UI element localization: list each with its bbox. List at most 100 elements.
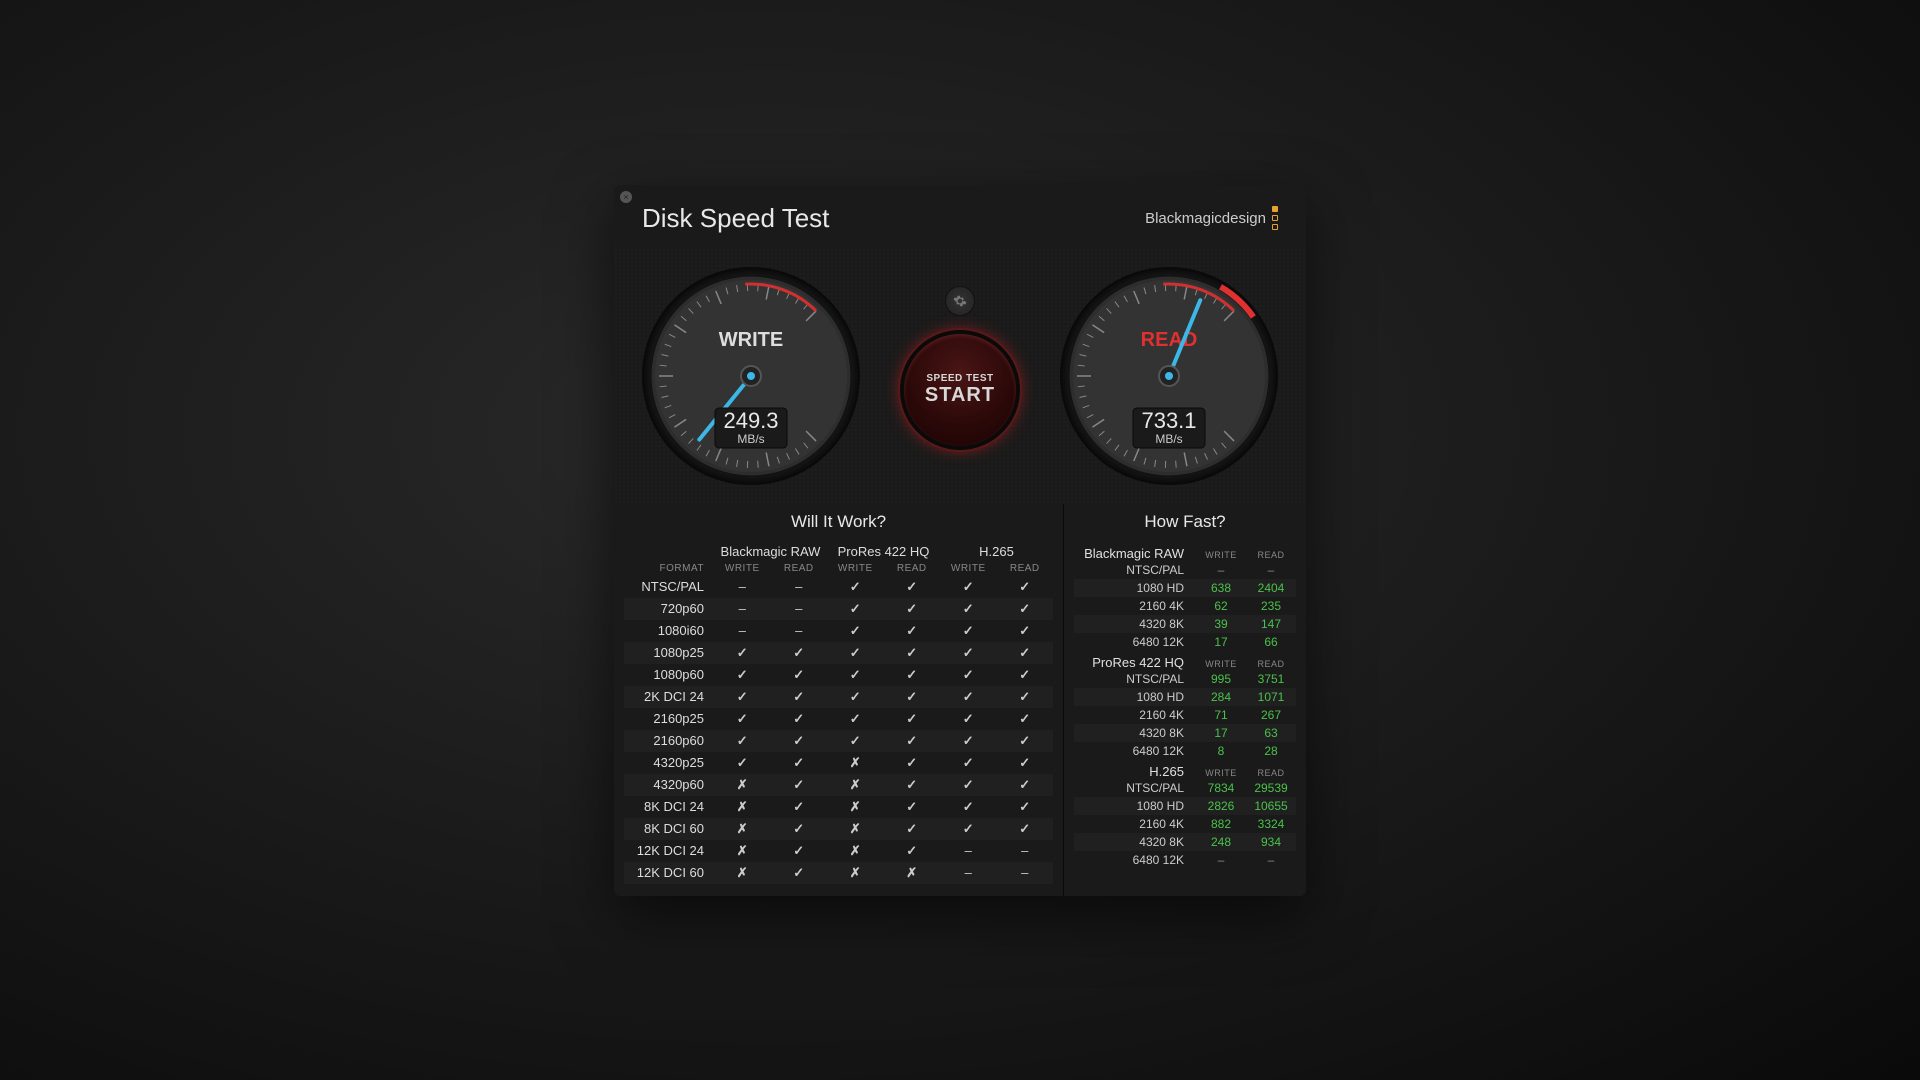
write-header: WRITE [940, 561, 997, 576]
check-icon: ✓ [997, 777, 1054, 793]
fast-write-value: 995 [1196, 672, 1246, 686]
brand-logo: Blackmagicdesign [1145, 206, 1278, 230]
dash-icon: – [940, 865, 997, 880]
read-header: READ [1246, 550, 1296, 560]
check-icon: ✓ [940, 821, 997, 837]
cross-icon: ✗ [827, 843, 884, 859]
format-label: 2160p25 [624, 711, 714, 726]
cross-icon: ✗ [827, 865, 884, 881]
check-icon: ✓ [827, 623, 884, 639]
fast-format: 4320 8K [1074, 617, 1196, 631]
fast-read-value: 235 [1246, 599, 1296, 613]
fast-write-value: 248 [1196, 835, 1246, 849]
dash-icon: – [771, 601, 828, 616]
fast-format: 4320 8K [1074, 835, 1196, 849]
start-label-small: SPEED TEST [926, 373, 993, 384]
check-icon: ✓ [884, 601, 941, 617]
fast-write-value: 284 [1196, 690, 1246, 704]
check-icon: ✓ [771, 799, 828, 815]
write-header: WRITE [827, 561, 884, 576]
check-icon: ✓ [940, 777, 997, 793]
svg-text:733.1: 733.1 [1141, 408, 1196, 433]
svg-text:WRITE: WRITE [719, 329, 783, 351]
cross-icon: ✗ [714, 865, 771, 881]
dash-icon: – [771, 579, 828, 594]
fast-row: 6480 12K 8 28 [1074, 742, 1296, 760]
svg-text:MB/s: MB/s [737, 432, 764, 446]
close-button[interactable]: × [620, 191, 632, 203]
check-icon: ✓ [714, 711, 771, 727]
check-icon: ✓ [884, 579, 941, 595]
check-icon: ✓ [884, 799, 941, 815]
fast-codec-name: H.265 [1074, 764, 1196, 779]
fast-format: 1080 HD [1074, 799, 1196, 813]
format-label: 1080p25 [624, 645, 714, 660]
dash-icon: – [714, 623, 771, 638]
start-button[interactable]: SPEED TEST START [904, 334, 1016, 446]
fast-format: 2160 4K [1074, 817, 1196, 831]
format-label: 8K DCI 24 [624, 799, 714, 814]
format-label: 12K DCI 24 [624, 843, 714, 858]
read-header: READ [1246, 768, 1296, 778]
fast-row: 6480 12K – – [1074, 851, 1296, 869]
fast-format: 6480 12K [1074, 853, 1196, 867]
cross-icon: ✗ [884, 865, 941, 881]
check-icon: ✓ [940, 733, 997, 749]
check-icon: ✓ [771, 645, 828, 661]
will-it-work-panel: Will It Work? Blackmagic RAWProRes 422 H… [614, 504, 1064, 896]
fast-group-header: Blackmagic RAW WRITE READ [1074, 542, 1296, 561]
fast-format: 2160 4K [1074, 599, 1196, 613]
fast-read-value: 10655 [1246, 799, 1296, 813]
fast-write-value: 71 [1196, 708, 1246, 722]
cross-icon: ✗ [714, 821, 771, 837]
svg-text:MB/s: MB/s [1155, 432, 1182, 446]
fast-write-value: 17 [1196, 726, 1246, 740]
fast-write-value: 8 [1196, 744, 1246, 758]
dash-icon: – [997, 843, 1054, 858]
check-icon: ✓ [940, 755, 997, 771]
check-icon: ✓ [997, 711, 1054, 727]
format-label: 8K DCI 60 [624, 821, 714, 836]
dash-icon: – [997, 865, 1054, 880]
cross-icon: ✗ [827, 777, 884, 793]
fast-write-value: 2826 [1196, 799, 1246, 813]
dash-icon: – [714, 601, 771, 616]
check-icon: ✓ [771, 689, 828, 705]
settings-button[interactable] [945, 286, 975, 316]
start-label-large: START [925, 384, 995, 407]
read-header: READ [771, 561, 828, 576]
fast-read-value: 2404 [1246, 581, 1296, 595]
check-icon: ✓ [997, 579, 1054, 595]
write-header: WRITE [1196, 768, 1246, 778]
check-icon: ✓ [997, 689, 1054, 705]
check-icon: ✓ [884, 645, 941, 661]
fast-read-value: 3751 [1246, 672, 1296, 686]
dash-icon: – [714, 579, 771, 594]
fast-read-value: 3324 [1246, 817, 1296, 831]
fast-write-value: 17 [1196, 635, 1246, 649]
format-label: 4320p25 [624, 755, 714, 770]
read-header: READ [1246, 659, 1296, 669]
will-row: 2160p25✓✓✓✓✓✓ [624, 708, 1053, 730]
fast-read-value: 29539 [1246, 781, 1296, 795]
format-label: 720p60 [624, 601, 714, 616]
results-panels: Will It Work? Blackmagic RAWProRes 422 H… [614, 504, 1306, 896]
will-row: 12K DCI 60✗✓✗✗–– [624, 862, 1053, 884]
check-icon: ✓ [884, 733, 941, 749]
fast-write-value: 62 [1196, 599, 1246, 613]
check-icon: ✓ [884, 623, 941, 639]
check-icon: ✓ [771, 865, 828, 881]
check-icon: ✓ [997, 623, 1054, 639]
fast-read-value: – [1246, 563, 1296, 577]
fast-group-header: ProRes 422 HQ WRITE READ [1074, 651, 1296, 670]
check-icon: ✓ [884, 689, 941, 705]
fast-row: 4320 8K 39 147 [1074, 615, 1296, 633]
check-icon: ✓ [714, 645, 771, 661]
check-icon: ✓ [714, 733, 771, 749]
check-icon: ✓ [771, 843, 828, 859]
check-icon: ✓ [714, 755, 771, 771]
check-icon: ✓ [827, 645, 884, 661]
fast-read-value: 934 [1246, 835, 1296, 849]
fast-write-value: 638 [1196, 581, 1246, 595]
will-row: 8K DCI 60✗✓✗✓✓✓ [624, 818, 1053, 840]
